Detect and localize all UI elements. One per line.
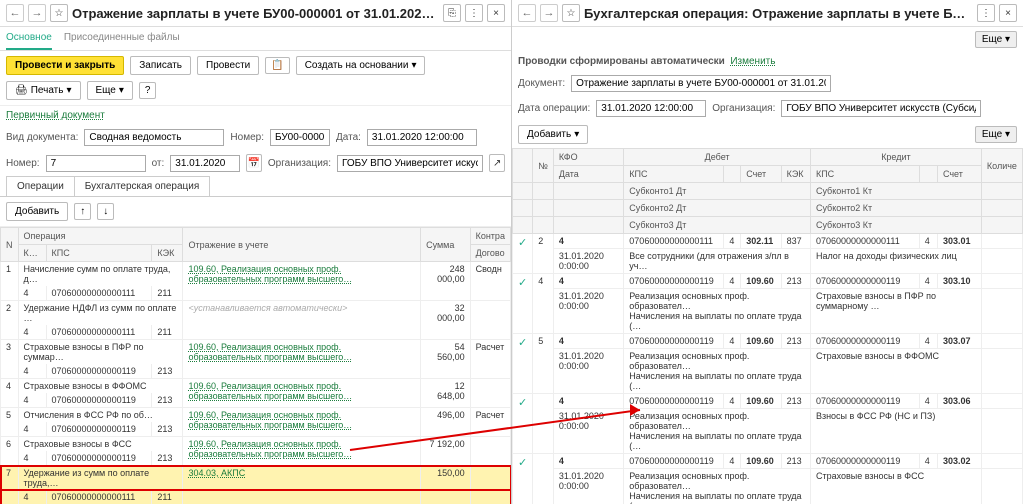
doc-label: Документ: (518, 78, 565, 89)
posting-row[interactable]: ✓24070600000000001114302.118370706000000… (513, 234, 1023, 249)
col-sum: Сумма (421, 228, 471, 262)
save-close-button[interactable]: Провести и закрыть (6, 56, 124, 75)
more-icon-r[interactable]: ⋮ (977, 4, 995, 22)
col-dkps: КПС (624, 166, 724, 183)
right-pane: ← → ☆ Бухгалтерская операция: Отражение … (512, 0, 1023, 504)
org-label-r: Организация: (712, 103, 775, 114)
create-based-button[interactable]: Создать на основании ▾ (296, 56, 426, 75)
auto-text: Проводки сформированы автоматически (518, 56, 725, 67)
num-input[interactable] (270, 129, 330, 146)
subtab-ops[interactable]: Операции (6, 176, 75, 196)
posting-row[interactable]: ✓4070600000000001194109.6021307060000000… (513, 454, 1023, 469)
calendar-icon[interactable]: 📅 (246, 154, 262, 172)
num2-label: Номер: (6, 158, 40, 169)
table-row[interactable]: 5Отчисления в ФСС РФ по об…109.60, Реали… (1, 408, 511, 423)
col-kkps: КПС (810, 166, 919, 183)
table-row[interactable]: 3Страховые взносы в ПФР по суммар…109.60… (1, 340, 511, 365)
page-title: Отражение зарплаты в учете БУ00-000001 о… (72, 6, 439, 21)
close-icon-r[interactable]: × (999, 4, 1017, 22)
more-button-r[interactable]: Еще ▾ (975, 31, 1017, 48)
link-icon[interactable]: ⎘ (443, 4, 461, 22)
change-link[interactable]: Изменить (730, 56, 775, 67)
more-icon[interactable]: ⋮ (465, 4, 483, 22)
left-pane: ← → ☆ Отражение зарплаты в учете БУ00-00… (0, 0, 512, 504)
doctype-input[interactable] (84, 129, 224, 146)
report-button[interactable]: 📋 (265, 57, 289, 74)
num2-input[interactable] (46, 155, 146, 172)
org-label: Организация: (268, 158, 331, 169)
date-label: Дата: (336, 132, 361, 143)
star-icon[interactable]: ☆ (50, 4, 68, 22)
posting-row[interactable]: ✓4070600000000001194109.6021307060000000… (513, 394, 1023, 409)
page-title-r: Бухгалтерская операция: Отражение зарпла… (584, 6, 973, 21)
nav-fwd[interactable]: → (28, 4, 46, 22)
add-button-r[interactable]: Добавить ▾ (518, 125, 588, 144)
col-ksch: Счет (937, 166, 981, 183)
nav-back[interactable]: ← (6, 4, 24, 22)
col-kredit: Кредит (810, 149, 981, 166)
org-open-icon[interactable]: ↗ (489, 154, 505, 172)
postings-table: № КФО Дебет Кредит Количе Дата КПС Счет … (512, 148, 1023, 504)
org-input-r[interactable] (781, 100, 981, 117)
col-contr: Контра (470, 228, 510, 245)
more-button-r2[interactable]: Еще ▾ (975, 126, 1017, 143)
tab-main[interactable]: Основное (6, 27, 52, 50)
conduct-button[interactable]: Провести (197, 56, 259, 75)
table-row[interactable]: 2Удержание НДФЛ из сумм по оплате …<уста… (1, 301, 511, 326)
col-dkek: КЭК (781, 166, 810, 183)
num-label: Номер: (230, 132, 264, 143)
table-row[interactable]: 6Страховые взносы в ФСС109.60, Реализаци… (1, 437, 511, 452)
ops-table: N Операция Отражение в учете Сумма Контр… (0, 227, 511, 504)
col-n-r: № (533, 149, 554, 183)
col-dog: Догово (470, 245, 510, 262)
col-date: Дата (553, 166, 623, 183)
date-input[interactable] (367, 129, 477, 146)
col-kek: КЭК (152, 245, 183, 262)
doc-input[interactable] (571, 75, 831, 92)
posting-row[interactable]: ✓54070600000000001194109.602130706000000… (513, 334, 1023, 349)
col-n: N (1, 228, 19, 262)
primary-doc-link[interactable]: Первичный документ (6, 110, 105, 121)
col-kps: КПС (46, 245, 152, 262)
print-button[interactable]: 🖨 Печать ▾ (6, 81, 81, 100)
down-button[interactable]: ↓ (97, 203, 114, 220)
record-button[interactable]: Записать (130, 56, 191, 75)
dateop-label: Дата операции: (518, 103, 590, 114)
add-button[interactable]: Добавить (6, 202, 68, 221)
table-row[interactable]: 4Страховые взносы в ФФОМС109.60, Реализа… (1, 379, 511, 394)
col-k: К… (18, 245, 46, 262)
col-kfo: КФО (553, 149, 623, 166)
posting-row[interactable]: ✓44070600000000001194109.602130706000000… (513, 274, 1023, 289)
col-op: Операция (18, 228, 183, 245)
from-label: от: (152, 158, 165, 169)
table-row[interactable]: 7Удержание из сумм по оплате труда,…304.… (1, 466, 511, 491)
nav-fwd-r[interactable]: → (540, 4, 558, 22)
org-input[interactable] (337, 155, 483, 172)
star-icon-r[interactable]: ☆ (562, 4, 580, 22)
tab-attached[interactable]: Присоединенные файлы (64, 27, 180, 50)
more-button[interactable]: Еще ▾ (87, 81, 133, 100)
close-icon[interactable]: × (487, 4, 505, 22)
col-refl: Отражение в учете (183, 228, 421, 262)
help-button[interactable]: ? (139, 82, 157, 99)
table-row[interactable]: 1Начисление сумм по оплате труда, д…109.… (1, 262, 511, 287)
doctype-label: Вид документа: (6, 132, 78, 143)
col-dsch: Счет (741, 166, 781, 183)
subtab-accop[interactable]: Бухгалтерская операция (74, 176, 211, 196)
up-button[interactable]: ↑ (74, 203, 91, 220)
col-debet: Дебет (624, 149, 811, 166)
nav-back-r[interactable]: ← (518, 4, 536, 22)
from-input[interactable] (170, 155, 240, 172)
dateop-input[interactable] (596, 100, 706, 117)
